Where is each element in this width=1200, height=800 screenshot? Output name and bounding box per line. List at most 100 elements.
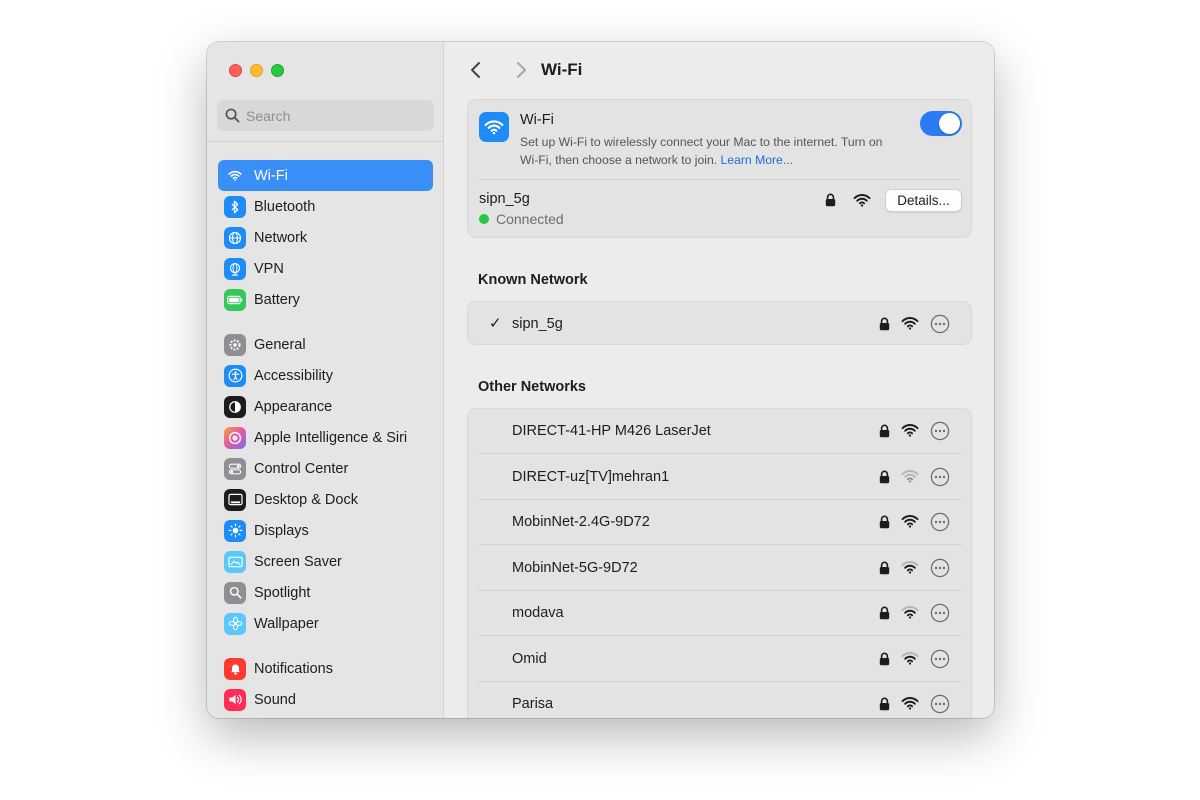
sidebar-item-displays[interactable]: Displays <box>218 515 433 546</box>
siri-icon <box>224 426 246 449</box>
sidebar-item-label: Appearance <box>254 398 333 415</box>
lock-icon <box>825 193 836 212</box>
network-row[interactable]: MobinNet-2.4G-9D72 <box>468 500 973 545</box>
sidebar-item-label: Displays <box>254 522 309 539</box>
details-button[interactable]: Details... <box>885 189 962 212</box>
wifi-badge-icon <box>479 112 509 142</box>
status-dot-icon <box>479 214 489 224</box>
sidebar-nav: Wi-Fi Bluetooth Network VPN Battery General Ac… <box>218 160 433 715</box>
close-window-button[interactable] <box>229 64 242 77</box>
sidebar-item-label: Desktop & Dock <box>254 491 358 508</box>
more-options-icon[interactable] <box>930 603 950 628</box>
more-options-icon[interactable] <box>930 314 950 339</box>
sidebar-item-label: Notifications <box>254 660 333 677</box>
window-controls <box>229 64 284 77</box>
more-options-icon[interactable] <box>930 421 950 446</box>
network-row[interactable]: Parisa <box>468 682 973 718</box>
wifi-card-description: Set up Wi-Fi to wirelessly connect your … <box>520 133 900 169</box>
toolbar: Wi-Fi <box>445 42 994 98</box>
network-row[interactable]: MobinNet-5G-9D72 <box>468 546 973 591</box>
magnifier-icon <box>224 581 246 604</box>
wifi-signal-icon <box>901 605 919 624</box>
sidebar-item-battery[interactable]: Battery <box>218 284 433 315</box>
minimize-window-button[interactable] <box>250 64 263 77</box>
sidebar-item-appearance[interactable]: Appearance <box>218 391 433 422</box>
more-options-icon[interactable] <box>930 512 950 537</box>
sidebar-item-spotlight[interactable]: Spotlight <box>218 577 433 608</box>
sidebar-item-wi-fi[interactable]: Wi-Fi <box>218 160 433 191</box>
dock-icon <box>224 488 246 511</box>
connection-status: Connected <box>479 211 564 227</box>
search-box[interactable] <box>217 100 434 131</box>
sidebar-item-label: Wallpaper <box>254 615 319 632</box>
sidebar-item-accessibility[interactable]: Accessibility <box>218 360 433 391</box>
appearance-icon <box>224 395 246 418</box>
sidebar: Wi-Fi Bluetooth Network VPN Battery General Ac… <box>207 42 444 718</box>
gear-icon <box>224 333 246 356</box>
network-row[interactable]: ✓ sipn_5g <box>468 302 973 347</box>
sidebar-item-screen-saver[interactable]: Screen Saver <box>218 546 433 577</box>
battery-icon <box>224 288 246 311</box>
checkmark-icon: ✓ <box>489 315 502 332</box>
learn-more-link[interactable]: Learn More... <box>721 153 793 167</box>
search-input[interactable] <box>246 107 426 124</box>
network-row[interactable]: DIRECT-41-HP M426 LaserJet <box>468 409 973 454</box>
sidebar-item-label: Sound <box>254 691 296 708</box>
zoom-window-button[interactable] <box>271 64 284 77</box>
network-name: MobinNet-5G-9D72 <box>512 559 638 576</box>
more-options-icon[interactable] <box>930 558 950 583</box>
more-options-icon[interactable] <box>930 467 950 492</box>
globe-icon <box>224 226 246 249</box>
more-options-icon[interactable] <box>930 649 950 674</box>
sidebar-item-control-center[interactable]: Control Center <box>218 453 433 484</box>
divider <box>479 179 960 180</box>
wifi-signal-icon <box>901 696 919 715</box>
sidebar-item-bluetooth[interactable]: Bluetooth <box>218 191 433 222</box>
sidebar-item-label: General <box>254 336 306 353</box>
lock-icon <box>879 317 890 336</box>
wifi-description-text: Set up Wi-Fi to wirelessly connect your … <box>520 135 883 167</box>
sidebar-item-wallpaper[interactable]: Wallpaper <box>218 608 433 639</box>
wifi-signal-icon <box>901 469 919 488</box>
forward-button[interactable] <box>511 60 531 80</box>
sidebar-item-vpn[interactable]: VPN <box>218 253 433 284</box>
page-title: Wi-Fi <box>541 60 583 79</box>
sidebar-item-label: Wi-Fi <box>254 167 288 184</box>
chevron-right-icon <box>517 62 526 78</box>
lock-icon <box>879 470 890 489</box>
main-pane: Wi-Fi Wi-Fi Set up Wi-Fi to wirelessly c… <box>445 42 994 718</box>
network-name: DIRECT-uz[TV]mehran1 <box>512 468 670 485</box>
sidebar-item-label: Apple Intelligence & Siri <box>254 429 408 446</box>
current-network-name: sipn_5g <box>479 191 530 207</box>
sun-icon <box>224 519 246 542</box>
wifi-signal-icon <box>901 651 919 670</box>
network-row[interactable]: modava <box>468 591 973 636</box>
network-row[interactable]: DIRECT-uz[TV]mehran1 <box>468 455 973 500</box>
sidebar-item-notifications[interactable]: Notifications <box>218 653 433 684</box>
network-row[interactable]: Omid <box>468 637 973 682</box>
search-icon <box>225 108 240 123</box>
speaker-icon <box>224 688 246 711</box>
lock-icon <box>879 424 890 443</box>
sidebar-divider <box>207 141 444 142</box>
sidebar-item-apple-intelligence-siri[interactable]: Apple Intelligence & Siri <box>218 422 433 453</box>
sidebar-item-general[interactable]: General <box>218 329 433 360</box>
network-name: MobinNet-2.4G-9D72 <box>512 514 650 530</box>
other-networks-list: DIRECT-41-HP M426 LaserJet DIRECT-uz[TV]m… <box>467 408 972 718</box>
network-name: Parisa <box>512 696 554 712</box>
lock-icon <box>879 515 890 534</box>
wifi-card-title: Wi-Fi <box>520 112 554 128</box>
sidebar-item-label: Screen Saver <box>254 553 342 570</box>
sidebar-item-label: Network <box>254 229 308 246</box>
wifi-toggle[interactable] <box>920 111 962 136</box>
more-options-icon[interactable] <box>930 694 950 718</box>
sidebar-item-network[interactable]: Network <box>218 222 433 253</box>
wifi-signal-icon <box>853 193 871 212</box>
sidebar-item-sound[interactable]: Sound <box>218 684 433 715</box>
known-network-list: ✓ sipn_5g <box>467 301 972 345</box>
back-button[interactable] <box>466 60 486 80</box>
sidebar-item-desktop-dock[interactable]: Desktop & Dock <box>218 484 433 515</box>
sidebar-item-label: Control Center <box>254 460 349 477</box>
wifi-signal-icon <box>901 316 919 335</box>
sidebar-item-label: Spotlight <box>254 584 311 601</box>
